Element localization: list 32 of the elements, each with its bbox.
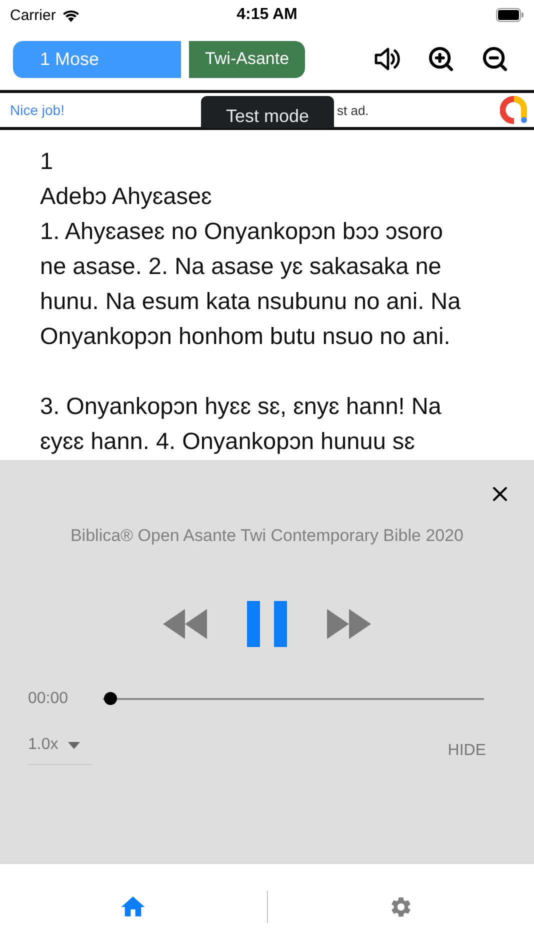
caret-icon: [68, 742, 80, 748]
settings-icon: [388, 895, 413, 919]
speed-dropdown[interactable]: 1.0x: [28, 736, 92, 765]
verse-text: Onyankopɔn honhom butu nsuo no ani.: [40, 322, 452, 351]
verse-text: ne asase. 2. Na asase yɛ sakasaka ne: [40, 252, 442, 281]
clock-time: 4:15 AM: [236, 6, 298, 24]
fast-forward-icon[interactable]: [327, 609, 371, 639]
audio-title: Biblica® Open Asante Twi Contemporary Bible 2020: [69, 526, 465, 546]
seek-thumb[interactable]: [104, 692, 117, 705]
book-selector[interactable]: 1 Mose: [13, 40, 181, 78]
zoom-out-icon[interactable]: [481, 45, 509, 73]
battery-icon: [496, 8, 524, 22]
language-selector[interactable]: Twi-Asante: [189, 40, 305, 78]
rewind-icon[interactable]: [163, 609, 207, 639]
chapter-heading: Adebɔ Ahyɛaseɛ: [40, 182, 213, 211]
wifi-icon: [62, 8, 80, 22]
ad-headline: Nice job!: [10, 102, 64, 118]
chapter-number: 1: [40, 147, 54, 176]
ad-text: st ad.: [337, 102, 369, 118]
carrier-label: Carrier: [10, 6, 56, 24]
zoom-in-icon[interactable]: [427, 45, 455, 73]
verse-text: hunu. Na esum kata nsubunu no ani. Na: [40, 287, 462, 316]
verse-text: ɛyɛɛ hann. 4. Onyankopɔn hunuu sɛ: [40, 427, 416, 456]
pause-icon[interactable]: [247, 601, 287, 647]
ad-logo-icon: [500, 96, 528, 124]
hide-button[interactable]: HIDE: [442, 740, 492, 760]
elapsed-time: 00:00: [28, 690, 70, 708]
ad-banner[interactable]: Nice job! Test mode st ad.: [0, 90, 534, 130]
test-mode-badge: Test mode: [201, 96, 334, 128]
verse-text: 3. Onyankopɔn hyɛɛ sɛ, ɛnyɛ hann! Na: [40, 392, 442, 421]
speaker-icon[interactable]: [373, 46, 401, 72]
verse-text: 1. Ahyɛaseɛ no Onyankopɔn bɔɔ ɔsoro: [40, 217, 444, 246]
